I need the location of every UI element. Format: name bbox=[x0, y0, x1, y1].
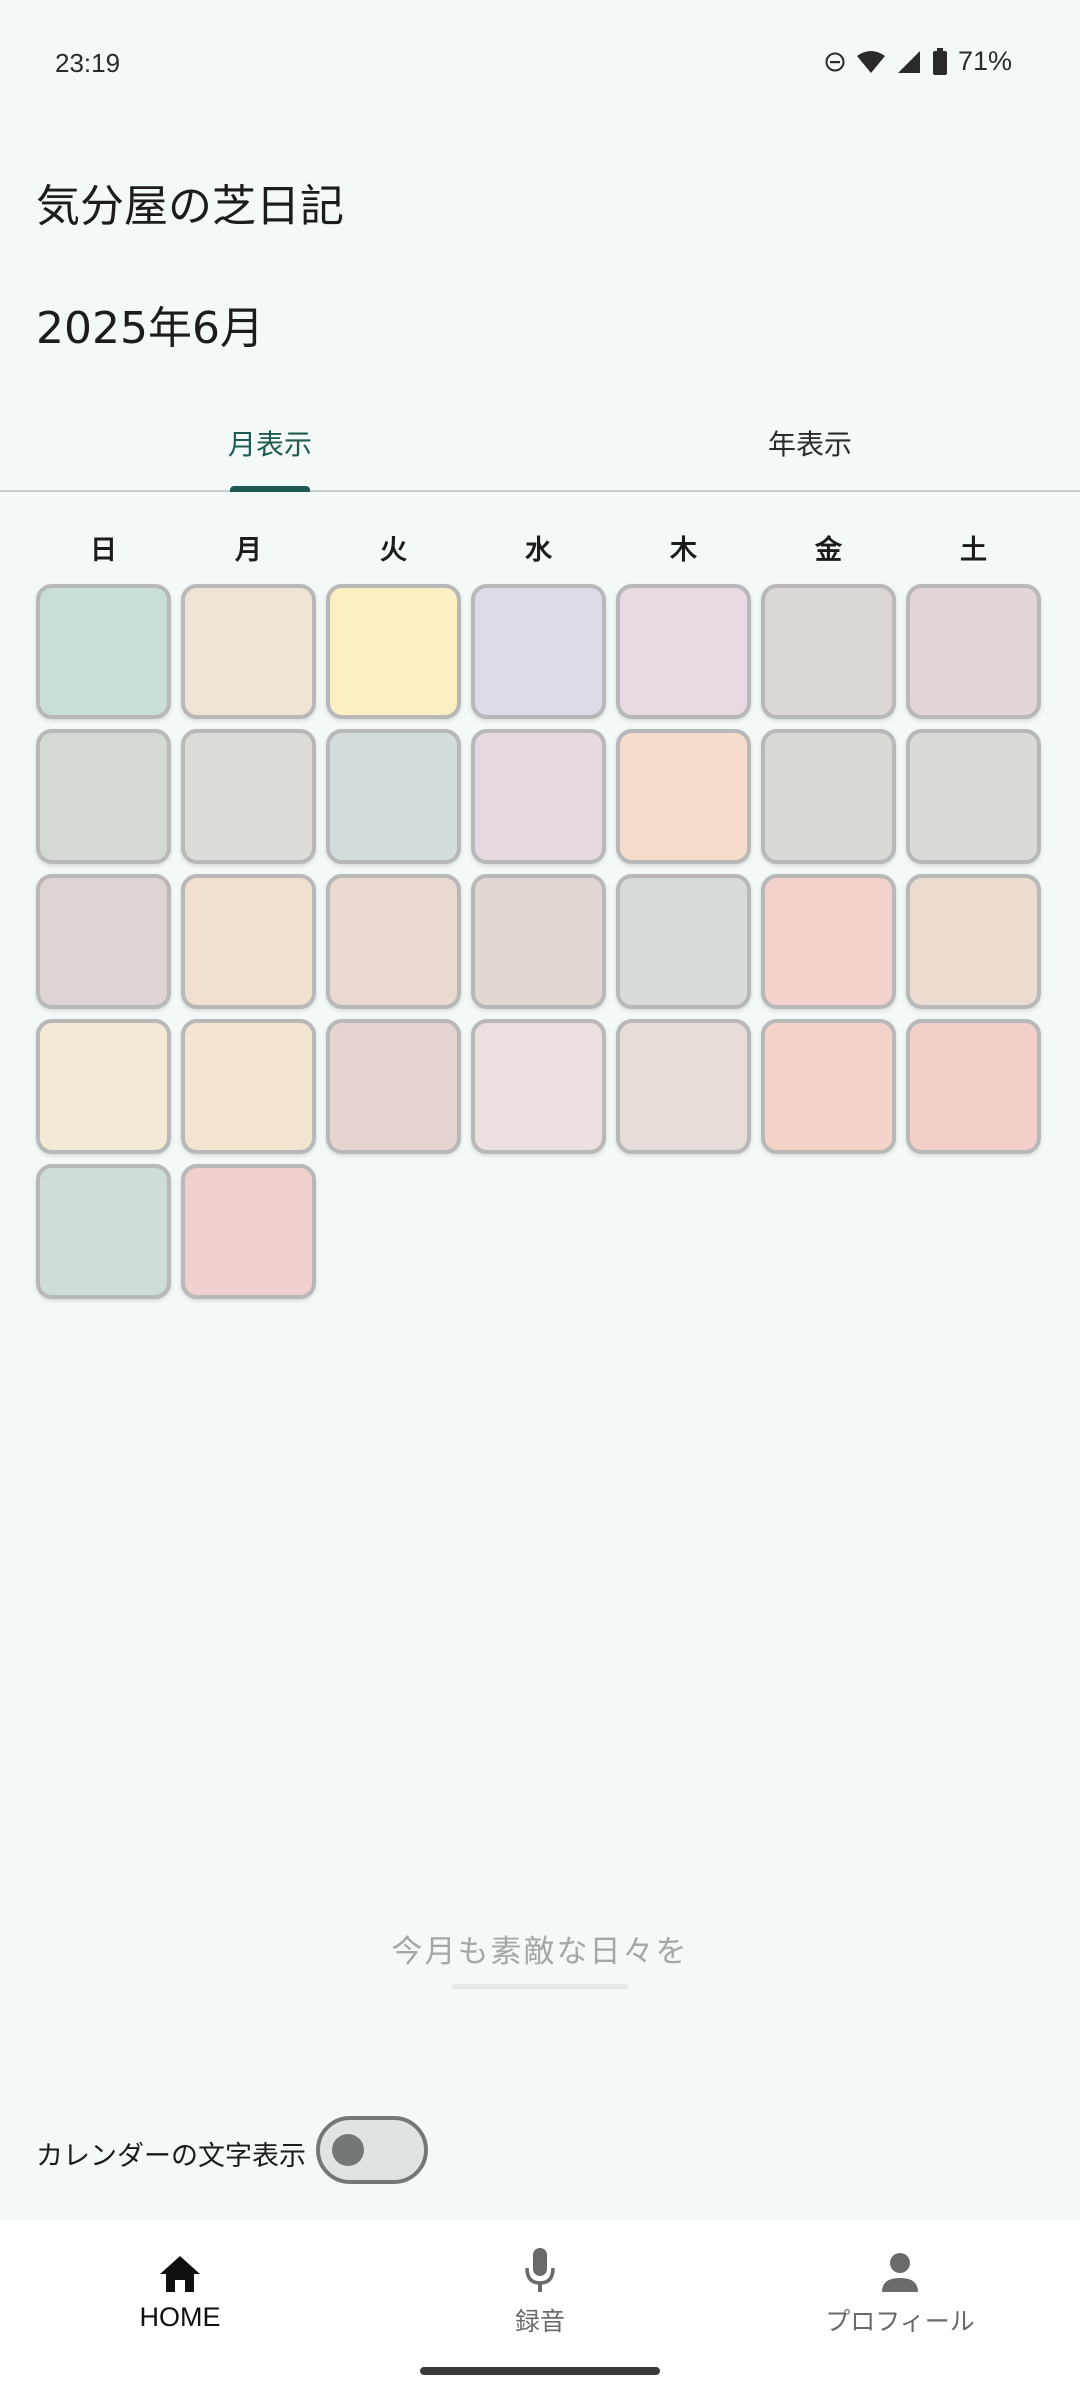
tab-year-view-label: 年表示 bbox=[767, 428, 852, 461]
person-icon bbox=[880, 2242, 920, 2294]
tab-month-view-label: 月表示 bbox=[227, 428, 312, 461]
weekday-tue: 火 bbox=[380, 535, 407, 566]
weekday-mon: 月 bbox=[235, 535, 262, 566]
calendar-day-cell[interactable] bbox=[36, 729, 171, 864]
status-time: 23:19 bbox=[55, 48, 121, 78]
tab-month-view[interactable]: 月表示 bbox=[0, 396, 540, 492]
calendar-day-cell[interactable] bbox=[471, 729, 606, 864]
calendar-day-cell[interactable] bbox=[181, 1164, 316, 1299]
calendar-grid bbox=[36, 584, 1041, 1299]
calendar-day-cell[interactable] bbox=[36, 874, 171, 1009]
calendar-day-cell[interactable] bbox=[906, 874, 1041, 1009]
weekday-sat: 土 bbox=[960, 535, 987, 566]
motto-underline bbox=[452, 1984, 628, 1989]
calendar-day-cell[interactable] bbox=[471, 584, 606, 719]
nav-home-label: HOME bbox=[139, 2302, 221, 2332]
month-title: 2025年6月 bbox=[36, 303, 264, 354]
weekday-thu: 木 bbox=[670, 535, 697, 566]
calendar-day-cell[interactable] bbox=[181, 874, 316, 1009]
status-bar: 23:19 71% bbox=[0, 0, 1080, 132]
calendar-day-cell[interactable] bbox=[471, 1019, 606, 1154]
weekday-header-row: 日 月 火 水 木 金 土 bbox=[36, 528, 1044, 567]
home-indicator bbox=[420, 2367, 660, 2375]
calendar-day-cell[interactable] bbox=[181, 1019, 316, 1154]
calendar-day-cell[interactable] bbox=[181, 729, 316, 864]
nav-record[interactable]: 録音 bbox=[360, 2220, 720, 2340]
calendar-day-cell[interactable] bbox=[326, 1019, 461, 1154]
calendar-day-cell[interactable] bbox=[761, 874, 896, 1009]
calendar-day-cell[interactable] bbox=[906, 584, 1041, 719]
calendar-day-cell[interactable] bbox=[36, 1019, 171, 1154]
weekday-wed: 水 bbox=[525, 535, 552, 566]
calendar-day-cell[interactable] bbox=[36, 584, 171, 719]
home-icon bbox=[158, 2242, 202, 2294]
dnd-icon bbox=[824, 51, 846, 73]
view-tabs: 月表示 年表示 bbox=[0, 396, 1080, 492]
wifi-icon bbox=[856, 50, 886, 74]
calendar-day-cell[interactable] bbox=[181, 584, 316, 719]
calendar-day-cell[interactable] bbox=[616, 874, 751, 1009]
calendar-day-cell[interactable] bbox=[326, 874, 461, 1009]
weekday-sun: 日 bbox=[90, 535, 117, 566]
calendar-day-cell[interactable] bbox=[471, 874, 606, 1009]
status-icons: 71% bbox=[824, 46, 1012, 77]
calendar-day-cell[interactable] bbox=[906, 1019, 1041, 1154]
calendar-day-cell[interactable] bbox=[761, 584, 896, 719]
tab-active-indicator bbox=[230, 486, 310, 492]
toggle-knob bbox=[332, 2134, 364, 2166]
calendar-day-cell[interactable] bbox=[906, 729, 1041, 864]
calendar-day-cell[interactable] bbox=[761, 1019, 896, 1154]
calendar-day-cell[interactable] bbox=[616, 729, 751, 864]
calendar-day-cell[interactable] bbox=[616, 1019, 751, 1154]
nav-home[interactable]: HOME bbox=[0, 2220, 360, 2340]
calendar-day-cell[interactable] bbox=[326, 729, 461, 864]
calendar-text-toggle-label: カレンダーの文字表示 bbox=[36, 2141, 306, 2172]
nav-profile[interactable]: プロフィール bbox=[720, 2220, 1080, 2340]
mic-icon bbox=[522, 2242, 558, 2294]
weekday-fri: 金 bbox=[815, 535, 842, 566]
calendar-day-cell[interactable] bbox=[36, 1164, 171, 1299]
battery-icon bbox=[932, 47, 948, 76]
nav-profile-label: プロフィール bbox=[825, 2307, 975, 2336]
battery-percent: 71% bbox=[957, 46, 1012, 76]
tab-year-view[interactable]: 年表示 bbox=[540, 396, 1080, 490]
monthly-motto: 今月も素敵な日々を bbox=[391, 1934, 689, 1970]
calendar-text-toggle[interactable] bbox=[316, 2116, 428, 2184]
calendar-day-cell[interactable] bbox=[326, 584, 461, 719]
calendar-day-cell[interactable] bbox=[616, 584, 751, 719]
calendar-day-cell[interactable] bbox=[761, 729, 896, 864]
app-title: 気分屋の芝日記 bbox=[36, 181, 344, 232]
nav-record-label: 録音 bbox=[514, 2307, 565, 2336]
signal-icon bbox=[896, 49, 922, 75]
